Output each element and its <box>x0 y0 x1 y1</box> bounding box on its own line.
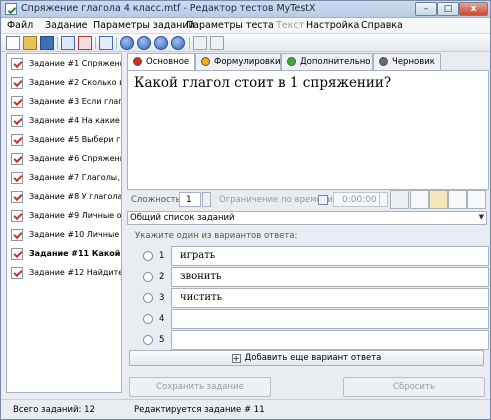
time-spinner[interactable] <box>379 193 387 206</box>
answer-field[interactable]: чистить <box>171 288 489 308</box>
difficulty-input[interactable]: 1 <box>179 192 201 207</box>
media-button[interactable] <box>410 190 429 209</box>
tab-additional[interactable]: Дополнительно <box>281 53 373 70</box>
task-check-icon <box>11 134 23 146</box>
title-bar: Спряжение глагола 4 класс.mtf - Редактор… <box>1 1 490 18</box>
copy-icon[interactable] <box>193 36 207 50</box>
task-settings: Сложность: 1 Ограничение по времени: 0:0… <box>127 190 489 210</box>
task-item-selected[interactable]: Задание #11 Какой гл <box>7 244 121 265</box>
nav-next-icon[interactable] <box>154 36 168 50</box>
camera-icon[interactable] <box>390 190 409 209</box>
task-item[interactable]: Задание #1 Спряжение <box>7 54 121 75</box>
tab-formulations[interactable]: Формулировки <box>195 53 281 70</box>
maximize-button[interactable]: □ <box>437 2 459 16</box>
green-dot-icon <box>287 57 296 66</box>
task-check-icon <box>11 229 23 241</box>
yellow-dot-icon <box>201 57 210 66</box>
app-window: Спряжение глагола 4 класс.mtf - Редактор… <box>0 0 491 420</box>
nav-prev-icon[interactable] <box>137 36 151 50</box>
answers-prompt: Укажите один из вариантов ответа: <box>135 231 298 241</box>
answer-radio[interactable] <box>143 293 153 303</box>
window-title: Спряжение глагола 4 класс.mtf - Редактор… <box>21 3 316 14</box>
hint-icon[interactable] <box>429 190 448 209</box>
task-check-icon <box>11 115 23 127</box>
task-item[interactable]: Задание #9 Личные око <box>7 206 121 227</box>
answer-field[interactable]: звонить <box>171 267 489 287</box>
open-folder-icon[interactable] <box>23 36 37 50</box>
task-list-icon[interactable] <box>99 36 113 50</box>
task-item[interactable]: Задание #10 Личные око <box>7 225 121 246</box>
menu-text[interactable]: Текст <box>276 20 304 31</box>
task-check-icon <box>11 267 23 279</box>
question-editor[interactable]: Какой глагол стоит в 1 спряжении? <box>127 70 489 190</box>
toolbar <box>1 34 490 52</box>
app-check-icon <box>5 3 17 15</box>
task-check-icon <box>11 210 23 222</box>
difficulty-spinner[interactable] <box>202 192 211 207</box>
answer-field[interactable]: играть <box>171 246 489 266</box>
nav-first-icon[interactable] <box>120 36 134 50</box>
task-item[interactable]: Задание #2 Сколько вре <box>7 73 121 94</box>
menu-task-params[interactable]: Параметры заданий <box>93 20 195 31</box>
difficulty-label: Сложность: <box>131 195 184 205</box>
gray-dot-icon <box>379 57 388 66</box>
save-task-button[interactable]: Сохранить задание <box>129 377 271 397</box>
reset-button[interactable]: Сбросить <box>343 377 485 397</box>
minimize-button[interactable]: – <box>415 2 437 16</box>
time-limit-checkbox[interactable] <box>318 195 328 205</box>
tab-draft[interactable]: Черновик <box>373 53 441 70</box>
status-bar: Всего заданий: 12 Редактируется задание … <box>1 399 490 419</box>
extra-button-2[interactable] <box>467 190 486 209</box>
question-text: Какой глагол стоит в 1 спряжении? <box>134 75 392 91</box>
task-item[interactable]: Задание #5 Выбери глаг <box>7 130 121 151</box>
task-check-icon <box>11 77 23 89</box>
menu-file[interactable]: Файл <box>7 20 33 31</box>
editor-tabs: Основное Формулировки Дополнительно Черн… <box>127 53 489 71</box>
status-editing: Редактируется задание # 11 <box>134 405 265 415</box>
answer-radio[interactable] <box>143 335 153 345</box>
answer-field[interactable] <box>171 309 489 329</box>
answer-radio[interactable] <box>143 272 153 282</box>
chevron-down-icon: ▼ <box>478 213 484 221</box>
task-item[interactable]: Задание #4 На какие во <box>7 111 121 132</box>
task-item[interactable]: Задание #12 Найдите гл <box>7 263 121 284</box>
task-check-icon <box>11 58 23 70</box>
answer-radio[interactable] <box>143 314 153 324</box>
paste-icon[interactable] <box>210 36 224 50</box>
new-doc-icon[interactable] <box>6 36 20 50</box>
add-task-icon[interactable] <box>61 36 75 50</box>
task-check-icon <box>11 248 23 260</box>
status-total: Всего заданий: 12 <box>13 405 95 415</box>
task-item[interactable]: Задание #7 Глаголы, ок <box>7 168 121 189</box>
menu-task[interactable]: Задание <box>45 20 88 31</box>
task-list-select-value: Общий список заданий <box>130 213 235 223</box>
task-check-icon <box>11 191 23 203</box>
task-item[interactable]: Задание #6 Спряжение <box>7 149 121 170</box>
task-list-select[interactable]: Общий список заданий ▼ <box>127 211 487 225</box>
menu-settings[interactable]: Настройка <box>306 20 359 31</box>
menu-test-params[interactable]: Параметры теста <box>186 20 274 31</box>
answers-panel: Укажите один из вариантов ответа: 1 играт… <box>127 227 489 397</box>
task-check-icon <box>11 96 23 108</box>
save-icon[interactable] <box>40 36 54 50</box>
task-item[interactable]: Задание #3 Если глагол <box>7 92 121 113</box>
add-answer-button[interactable]: + Добавить еще вариант ответа <box>129 350 484 366</box>
task-list: Задание #1 Спряжение Задание #2 Сколько … <box>6 53 122 393</box>
task-check-icon <box>11 172 23 184</box>
answer-radio[interactable] <box>143 251 153 261</box>
menu-bar: Файл Задание Параметры заданий Параметры… <box>1 18 490 34</box>
task-item[interactable]: Задание #8 У глагола ка <box>7 187 121 208</box>
close-button[interactable]: x <box>459 2 488 16</box>
plus-icon: + <box>231 354 241 363</box>
answer-field[interactable] <box>171 330 489 350</box>
nav-last-icon[interactable] <box>171 36 185 50</box>
tab-main[interactable]: Основное <box>127 53 195 71</box>
red-dot-icon <box>133 57 142 66</box>
task-check-icon <box>11 153 23 165</box>
extra-button-1[interactable] <box>448 190 467 209</box>
menu-help[interactable]: Справка <box>361 20 403 31</box>
delete-task-icon[interactable] <box>78 36 92 50</box>
